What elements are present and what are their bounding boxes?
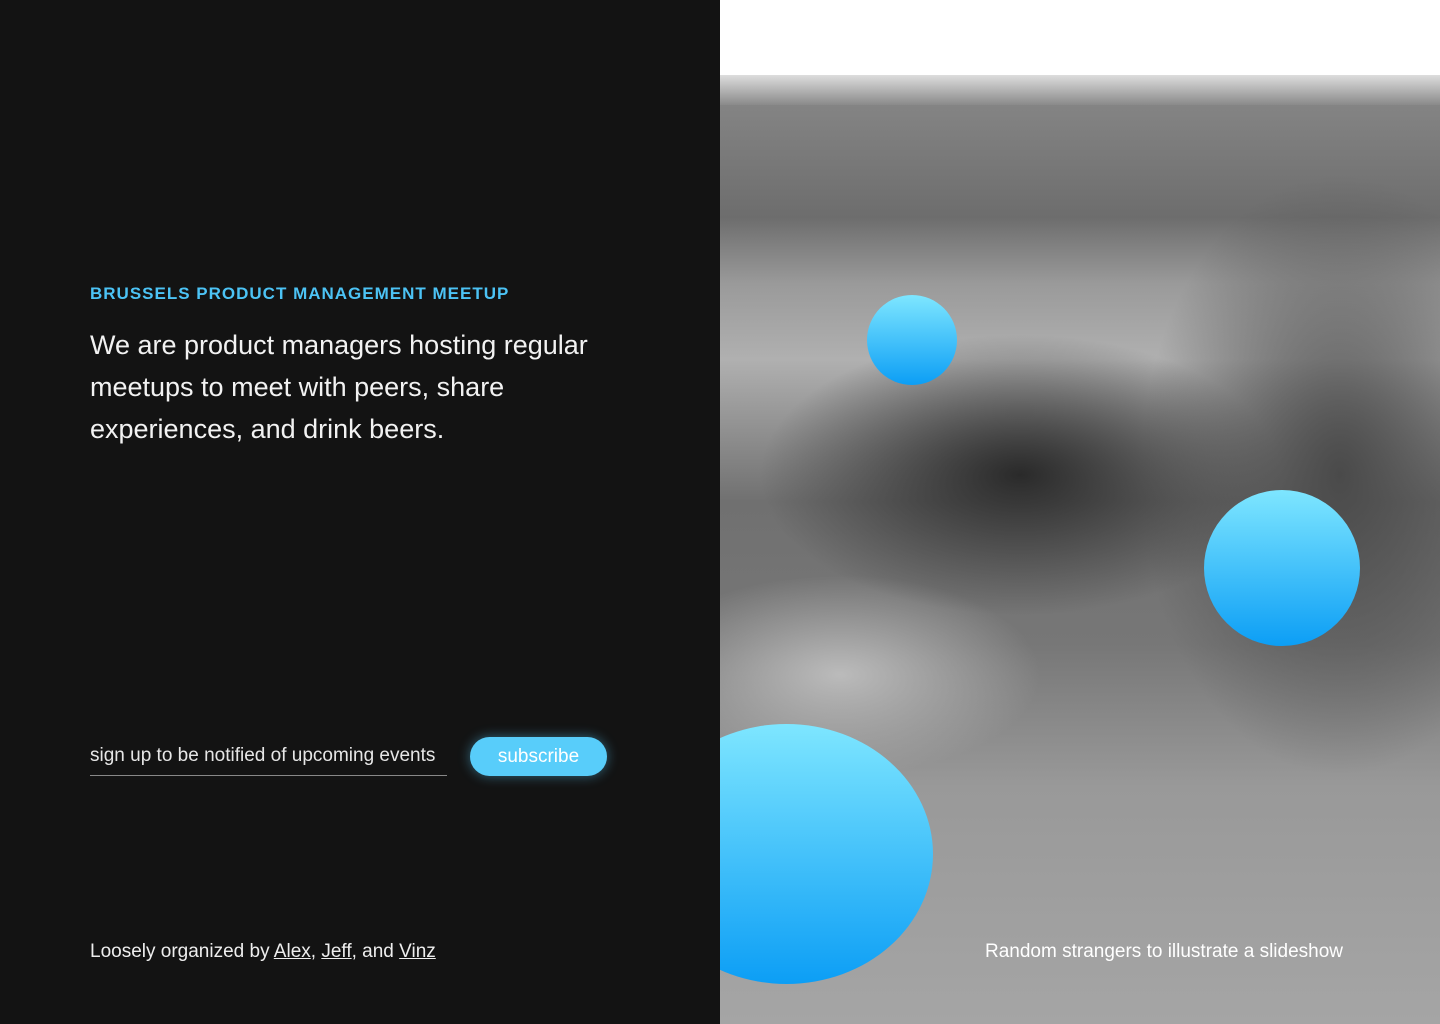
- organizer-credits: Loosely organized by Alex, Jeff, and Vin…: [90, 941, 436, 963]
- intro-panel: BRUSSELS PRODUCT MANAGEMENT MEETUP We ar…: [0, 0, 720, 1024]
- photo-caption: Random strangers to illustrate a slidesh…: [985, 941, 1344, 962]
- slideshow: Random strangers to illustrate a slidesh…: [720, 0, 1440, 1024]
- credits-prefix: Loosely organized by: [90, 941, 274, 962]
- cliff-edge: [720, 75, 1440, 105]
- decorative-circle: [1204, 490, 1360, 646]
- site-title: BRUSSELS PRODUCT MANAGEMENT MEETUP: [90, 284, 510, 303]
- separator: , and: [351, 941, 400, 962]
- separator: ,: [310, 941, 322, 962]
- organizer-link-vinz[interactable]: Vinz: [399, 941, 436, 962]
- organizer-link-alex[interactable]: Alex: [274, 941, 311, 962]
- email-signup-input[interactable]: [90, 736, 447, 776]
- organizer-link-jeff[interactable]: Jeff: [321, 941, 351, 962]
- tagline: We are product managers hosting regular …: [90, 330, 588, 444]
- subscribe-button[interactable]: subscribe: [470, 737, 607, 776]
- decorative-circle: [867, 295, 957, 385]
